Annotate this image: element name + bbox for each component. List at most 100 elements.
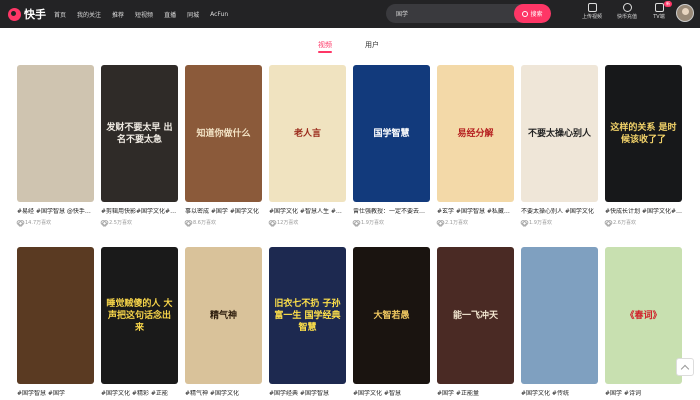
- avatar[interactable]: [676, 4, 694, 22]
- search-icon: [522, 10, 529, 17]
- video-card[interactable]: 这样的关系 是时候该收了了 #快成长计划 #国学文化#… 2.6万喜欢: [605, 65, 682, 226]
- video-card[interactable]: 易经分解 #玄学 #国学智慧 #私藏… 2.1万喜欢: [437, 65, 514, 226]
- video-title[interactable]: #国学文化 #传统: [521, 390, 598, 398]
- nav-item-live[interactable]: 直播: [164, 10, 176, 19]
- video-title[interactable]: #快成长计划 #国学文化#…: [605, 208, 682, 216]
- video-thumbnail[interactable]: 知道你做什么: [185, 65, 262, 202]
- video-thumbnail[interactable]: 大智若愚: [353, 247, 430, 384]
- search-bar: 搜索: [386, 4, 551, 23]
- main-nav: 首页 我的关注 推荐 短视频 直播 同城 AcFun: [54, 0, 239, 28]
- video-card[interactable]: 不要太操心别人 不要太操心别人 #国学文化 1.9万喜欢: [521, 65, 598, 226]
- thumbnail-caption: 精气神: [209, 310, 237, 321]
- video-thumbnail[interactable]: 旧衣七不扔 子孙富一生 国学经典智慧: [269, 247, 346, 384]
- nav-item-local[interactable]: 同城: [187, 10, 199, 19]
- video-title[interactable]: #国学 #诗词: [605, 390, 682, 398]
- heart-icon: [17, 220, 23, 225]
- video-title[interactable]: #玄学 #国学智慧 #私藏…: [437, 208, 514, 216]
- video-title[interactable]: #国学经典 #国学智慧: [269, 390, 346, 398]
- like-count-text: 14.7万喜欢: [25, 220, 52, 226]
- scroll-to-top-button[interactable]: [676, 358, 694, 376]
- video-thumbnail[interactable]: 发财不要太早 出名不要太急: [101, 65, 178, 202]
- nav-item-home[interactable]: 首页: [54, 10, 66, 19]
- like-count: 1.9万喜欢: [521, 219, 598, 226]
- heart-icon: [521, 220, 527, 225]
- video-thumbnail[interactable]: 《春词》: [605, 247, 682, 384]
- like-count: 12万喜欢: [269, 219, 346, 226]
- video-thumbnail[interactable]: [17, 65, 94, 202]
- video-title[interactable]: #国学智慧 #国学: [17, 390, 94, 398]
- video-title[interactable]: #国学 #正能量: [437, 390, 514, 398]
- heart-icon: [437, 220, 443, 225]
- video-title[interactable]: 事以密成 #国学 #国学文化: [185, 208, 262, 216]
- like-count-text: 12万喜欢: [277, 220, 299, 226]
- heart-icon: [185, 220, 191, 225]
- video-thumbnail[interactable]: 睡觉贼傻的人 大声把这句话念出来: [101, 247, 178, 384]
- video-title[interactable]: #精气神 #国学文化: [185, 390, 262, 398]
- video-card[interactable]: #国学智慧 #国学: [17, 247, 94, 398]
- video-title[interactable]: #国学文化 #智慧人生 #…: [269, 208, 346, 216]
- tv-button[interactable]: 新 TV端: [642, 1, 676, 25]
- thumbnail-caption: 不要太操心别人: [527, 128, 591, 139]
- video-card[interactable]: 睡觉贼傻的人 大声把这句话念出来 #国学文化 #精彩 #正能: [101, 247, 178, 398]
- video-card[interactable]: 《春词》 #国学 #诗词: [605, 247, 682, 398]
- video-title[interactable]: #国学文化 #精彩 #正能: [101, 390, 178, 398]
- like-count: 2.5万喜欢: [101, 219, 178, 226]
- like-count: 8.6万喜欢: [185, 219, 262, 226]
- video-thumbnail[interactable]: 老人言: [269, 65, 346, 202]
- video-card[interactable]: 精气神 #精气神 #国学文化: [185, 247, 262, 398]
- nav-item-acfun[interactable]: AcFun: [210, 11, 228, 18]
- video-thumbnail[interactable]: 国学智慧: [353, 65, 430, 202]
- video-thumbnail[interactable]: [17, 247, 94, 384]
- tab-users[interactable]: 用户: [365, 40, 379, 50]
- video-card[interactable]: 大智若愚 #国学文化 #智慧: [353, 247, 430, 398]
- logo-text: 快手: [24, 8, 46, 21]
- search-button[interactable]: 搜索: [514, 4, 551, 23]
- recharge-button[interactable]: 快币充值: [610, 3, 644, 25]
- nav-item-recommend[interactable]: 推荐: [112, 10, 124, 19]
- like-count-text: 2.6万喜欢: [613, 220, 636, 226]
- video-card[interactable]: #易经 #国学智慧 @快手… 14.7万喜欢: [17, 65, 94, 226]
- video-card[interactable]: #国学文化 #传统: [521, 247, 598, 398]
- thumbnail-caption: 睡觉贼傻的人 大声把这句话念出来: [106, 298, 173, 333]
- like-count-text: 1.9万喜欢: [529, 220, 552, 226]
- result-tabs: 视频 用户: [0, 40, 700, 56]
- thumbnail-caption: 能一飞冲天: [452, 310, 498, 321]
- video-card[interactable]: 发财不要太早 出名不要太急 #剪辑用快影#国学文化#… 2.5万喜欢: [101, 65, 178, 226]
- video-title[interactable]: 不要太操心别人 #国学文化: [521, 208, 598, 216]
- thumbnail-caption: 国学智慧: [373, 128, 410, 139]
- like-count: 14.7万喜欢: [17, 219, 94, 226]
- active-tab-indicator: [318, 51, 332, 53]
- nav-item-short-video[interactable]: 短视频: [135, 10, 153, 19]
- video-thumbnail[interactable]: 精气神: [185, 247, 262, 384]
- upload-video-button[interactable]: 上传视频: [575, 3, 609, 25]
- heart-icon: [605, 220, 611, 225]
- chevron-up-icon: [680, 364, 690, 373]
- video-title[interactable]: #易经 #国学智慧 @快手…: [17, 208, 94, 216]
- tv-icon: [654, 3, 664, 12]
- thumbnail-caption: 《春词》: [625, 310, 662, 321]
- video-title[interactable]: #剪辑用快影#国学文化#…: [101, 208, 178, 216]
- logo[interactable]: 快手: [8, 6, 54, 22]
- search-button-label: 搜索: [530, 11, 543, 18]
- tab-videos[interactable]: 视频: [318, 40, 332, 50]
- heart-icon: [353, 220, 359, 225]
- video-thumbnail[interactable]: 不要太操心别人: [521, 65, 598, 202]
- video-title[interactable]: 曾仕强教授：一定不要去…: [353, 208, 430, 216]
- video-card[interactable]: 国学智慧曾仕强教授：一定不要去… 1.9万喜欢: [353, 65, 430, 226]
- video-thumbnail[interactable]: 易经分解: [437, 65, 514, 202]
- thumbnail-caption: 知道你做什么: [196, 128, 251, 139]
- video-thumbnail[interactable]: [521, 247, 598, 384]
- heart-icon: [101, 220, 107, 225]
- video-card[interactable]: 老人言 #国学文化 #智慧人生 #… 12万喜欢: [269, 65, 346, 226]
- thumbnail-caption: 这样的关系 是时候该收了了: [610, 122, 677, 145]
- kuaishou-logo-icon: [8, 7, 21, 21]
- like-count: 1.9万喜欢: [353, 219, 430, 226]
- video-card[interactable]: 能一飞冲天 #国学 #正能量: [437, 247, 514, 398]
- video-card[interactable]: 旧衣七不扔 子孙富一生 国学经典智慧 #国学经典 #国学智慧: [269, 247, 346, 398]
- nav-item-following[interactable]: 我的关注: [77, 10, 101, 19]
- video-title[interactable]: #国学文化 #智慧: [353, 390, 430, 398]
- video-thumbnail[interactable]: 这样的关系 是时候该收了了: [605, 65, 682, 202]
- video-thumbnail[interactable]: 能一飞冲天: [437, 247, 514, 384]
- search-input[interactable]: [386, 4, 514, 23]
- video-card[interactable]: 知道你做什么事以密成 #国学 #国学文化 8.6万喜欢: [185, 65, 262, 226]
